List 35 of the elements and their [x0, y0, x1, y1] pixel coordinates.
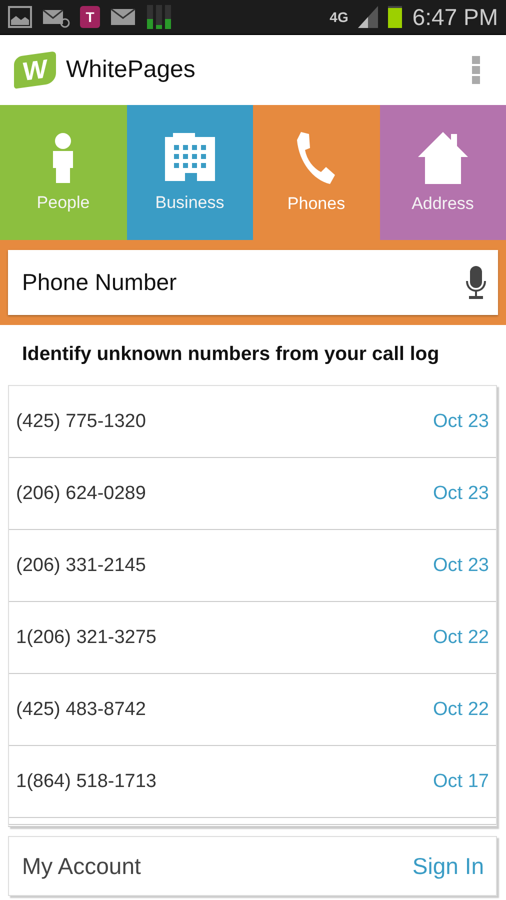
gallery-icon	[8, 6, 32, 28]
call-log-row[interactable]: 1(864) 518-1713 Oct 17	[9, 746, 496, 818]
building-icon	[164, 132, 215, 182]
phone-number: (425) 483-8742	[16, 698, 146, 720]
search-field[interactable]: Phone Number	[8, 250, 498, 315]
app-title: WhitePages	[66, 56, 196, 84]
house-icon	[418, 132, 468, 184]
call-log-row[interactable]: (206) 331-2145 Oct 23	[9, 530, 496, 602]
clock: 6:47 PM	[412, 4, 498, 30]
phone-icon	[297, 132, 336, 184]
phone-number: (206) 624-0289	[16, 482, 146, 504]
phone-number: (206) 331-2145	[16, 554, 146, 576]
signal-icon	[358, 6, 378, 28]
call-date: Oct 23	[433, 554, 489, 576]
call-date: Oct 22	[433, 626, 489, 648]
battery-icon	[388, 6, 402, 28]
microphone-icon[interactable]	[466, 266, 486, 300]
call-log-row[interactable]: (425) 775-1320 Oct 23	[9, 386, 496, 458]
phone-number: (425) 775-1320	[16, 410, 146, 432]
call-date: Oct 23	[433, 482, 489, 504]
section-heading: Identify unknown numbers from your call log	[21, 342, 440, 367]
logo-icon: W	[14, 51, 56, 89]
call-log-row[interactable]: (425) 483-8742 Oct 22	[9, 674, 496, 746]
network-label: 4G	[330, 9, 348, 25]
call-log-row[interactable]: (206) 624-0289 Oct 23	[9, 458, 496, 530]
carrier-icon: T	[80, 6, 100, 28]
mail-icon	[110, 7, 136, 27]
call-date: Oct 17	[433, 770, 489, 792]
phone-number: 1(864) 518-1713	[16, 770, 156, 792]
account-label: My Account	[22, 852, 141, 880]
phone-number: 1(206) 321-3275	[16, 626, 156, 648]
call-log-row[interactable]: 1(206) 321-3275 Oct 22	[9, 602, 496, 674]
bars-icon	[146, 4, 172, 30]
call-date: Oct 23	[433, 410, 489, 432]
call-date: Oct 22	[433, 698, 489, 720]
